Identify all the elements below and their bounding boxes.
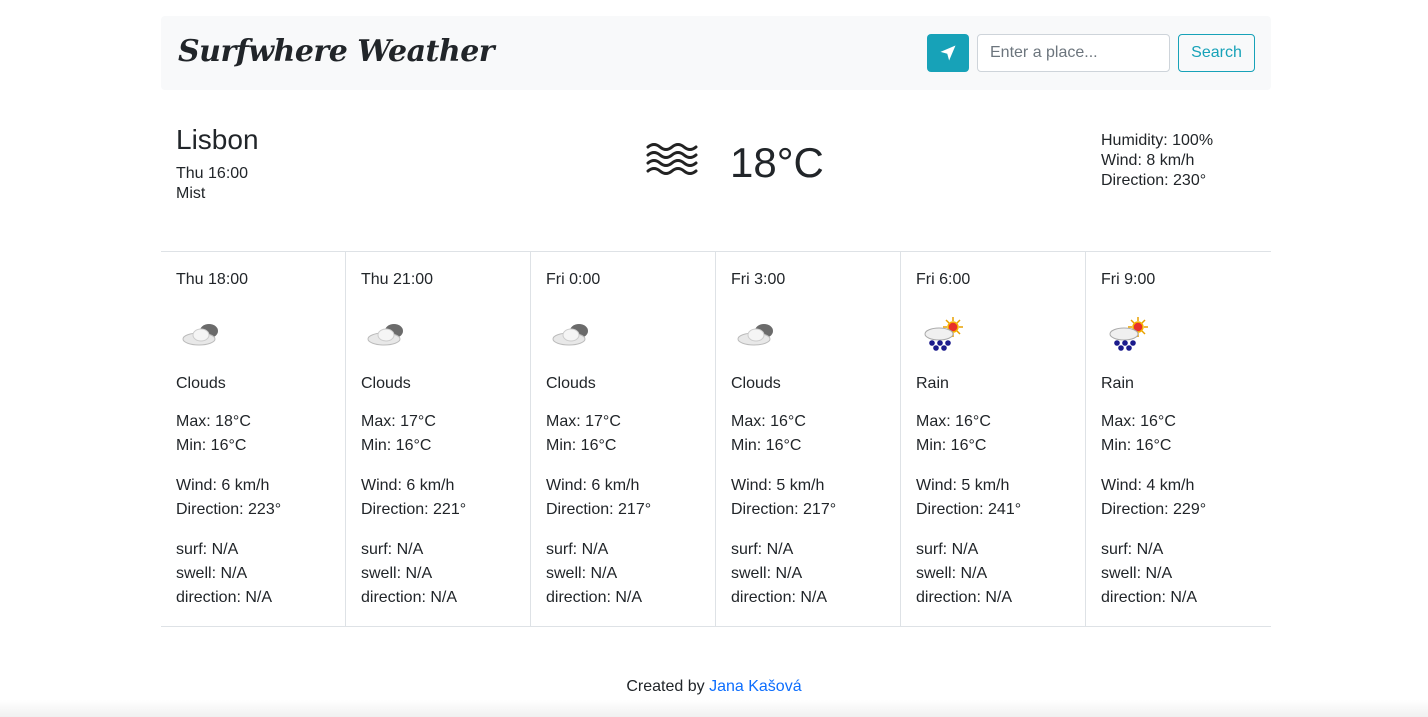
forecast-surf: surf: N/A	[731, 541, 794, 558]
forecast-condition: Rain	[916, 375, 949, 392]
forecast-condition: Clouds	[731, 375, 781, 392]
forecast-time: Fri 3:00	[731, 271, 786, 288]
forecast-swell-direction: direction: N/A	[361, 589, 458, 606]
forecast-surf: surf: N/A	[916, 541, 979, 558]
forecast-direction: Direction: 223°	[176, 501, 282, 518]
wind-value: Wind: 8 km/h	[1101, 152, 1195, 169]
location-arrow-icon	[940, 45, 956, 61]
mist-icon	[646, 143, 698, 175]
cloud-icon	[552, 324, 588, 346]
forecast-card: Thu 21:00 Clouds Max: 17°C Min: 16°C Win…	[346, 252, 531, 626]
forecast-surf: surf: N/A	[1101, 541, 1164, 558]
forecast-min: Min: 16°C	[731, 437, 802, 454]
cloud-icon	[367, 324, 403, 346]
current-details: Humidity: 100% Wind: 8 km/h Direction: 2…	[1101, 131, 1213, 191]
forecast-min: Min: 16°C	[916, 437, 987, 454]
forecast-direction: Direction: 217°	[731, 501, 837, 518]
forecast-min: Min: 16°C	[176, 437, 247, 454]
author-link[interactable]: Jana Kašová	[709, 678, 802, 695]
forecast-time: Thu 18:00	[176, 271, 249, 288]
forecast-max: Max: 17°C	[546, 413, 621, 430]
forecast-swell: swell: N/A	[176, 565, 248, 582]
forecast-swell-direction: direction: N/A	[176, 589, 273, 606]
forecast-wind: Wind: 6 km/h	[176, 477, 270, 494]
forecast-swell-direction: direction: N/A	[1101, 589, 1198, 606]
forecast-min: Min: 16°C	[1101, 437, 1172, 454]
forecast-card: Thu 18:00 Clouds Max: 18°C Min: 16°C Win…	[161, 252, 346, 626]
forecast-surf: surf: N/A	[546, 541, 609, 558]
forecast-max: Max: 17°C	[361, 413, 436, 430]
forecast-wind: Wind: 6 km/h	[361, 477, 455, 494]
forecast-time: Thu 21:00	[361, 271, 434, 288]
forecast-condition: Clouds	[361, 375, 411, 392]
forecast-direction: Direction: 229°	[1101, 501, 1207, 518]
forecast-wind: Wind: 5 km/h	[731, 477, 825, 494]
forecast-time: Fri 0:00	[546, 271, 601, 288]
forecast-min: Min: 16°C	[546, 437, 617, 454]
current-description: Mist	[176, 185, 206, 202]
forecast-max: Max: 16°C	[1101, 413, 1176, 430]
forecast-surf: surf: N/A	[176, 541, 239, 558]
forecast-swell: swell: N/A	[546, 565, 618, 582]
forecast-direction: Direction: 221°	[361, 501, 467, 518]
forecast-direction: Direction: 241°	[916, 501, 1022, 518]
current-temperature: 18°C	[730, 139, 824, 186]
forecast-time: Fri 9:00	[1101, 271, 1156, 288]
forecast-wind: Wind: 6 km/h	[546, 477, 640, 494]
forecast-direction: Direction: 217°	[546, 501, 652, 518]
forecast-condition: Rain	[1101, 375, 1134, 392]
forecast-max: Max: 16°C	[731, 413, 806, 430]
forecast-swell-direction: direction: N/A	[546, 589, 643, 606]
forecast-time: Fri 6:00	[916, 271, 971, 288]
brand-logo[interactable]: Surfwhere Weather	[178, 34, 495, 69]
forecast-condition: Clouds	[546, 375, 596, 392]
humidity-value: Humidity: 100%	[1101, 132, 1214, 149]
forecast-grid: Thu 18:00 Clouds Max: 18°C Min: 16°C Win…	[161, 251, 1271, 627]
forecast-wind: Wind: 5 km/h	[916, 477, 1010, 494]
sun-rain-icon	[924, 317, 963, 351]
forecast-condition: Clouds	[176, 375, 226, 392]
footer-prefix: Created by	[626, 678, 705, 695]
forecast-card: Fri 3:00 Clouds Max: 16°C Min: 16°C Wind…	[716, 252, 901, 626]
sun-rain-icon	[1109, 317, 1148, 351]
footer: Created by Jana Kašová	[0, 677, 1428, 697]
forecast-swell: swell: N/A	[916, 565, 988, 582]
direction-value: Direction: 230°	[1101, 172, 1207, 189]
forecast-surf: surf: N/A	[361, 541, 424, 558]
cloud-icon	[737, 324, 773, 346]
current-datetime: Thu 16:00	[176, 165, 249, 182]
bottom-shadow	[0, 700, 1428, 717]
cloud-icon	[182, 324, 218, 346]
forecast-swell-direction: direction: N/A	[916, 589, 1013, 606]
forecast-card: Fri 9:00 Rain Max: 16°C Min: 16°C Wind: …	[1086, 252, 1271, 626]
forecast-max: Max: 16°C	[916, 413, 991, 430]
forecast-swell: swell: N/A	[1101, 565, 1173, 582]
search-button[interactable]: Search	[1178, 34, 1255, 72]
search-input[interactable]	[977, 34, 1170, 72]
forecast-wind: Wind: 4 km/h	[1101, 477, 1195, 494]
city-name: Lisbon	[176, 124, 259, 155]
forecast-card: Fri 6:00 Rain Max: 16°C Min: 16°C Wind: …	[901, 252, 1086, 626]
forecast-card: Fri 0:00 Clouds Max: 17°C Min: 16°C Wind…	[531, 252, 716, 626]
current-location-button[interactable]	[927, 34, 969, 72]
forecast-swell-direction: direction: N/A	[731, 589, 828, 606]
forecast-swell: swell: N/A	[361, 565, 433, 582]
forecast-max: Max: 18°C	[176, 413, 251, 430]
navbar: Surfwhere Weather Search	[161, 16, 1271, 90]
forecast-min: Min: 16°C	[361, 437, 432, 454]
forecast-swell: swell: N/A	[731, 565, 803, 582]
